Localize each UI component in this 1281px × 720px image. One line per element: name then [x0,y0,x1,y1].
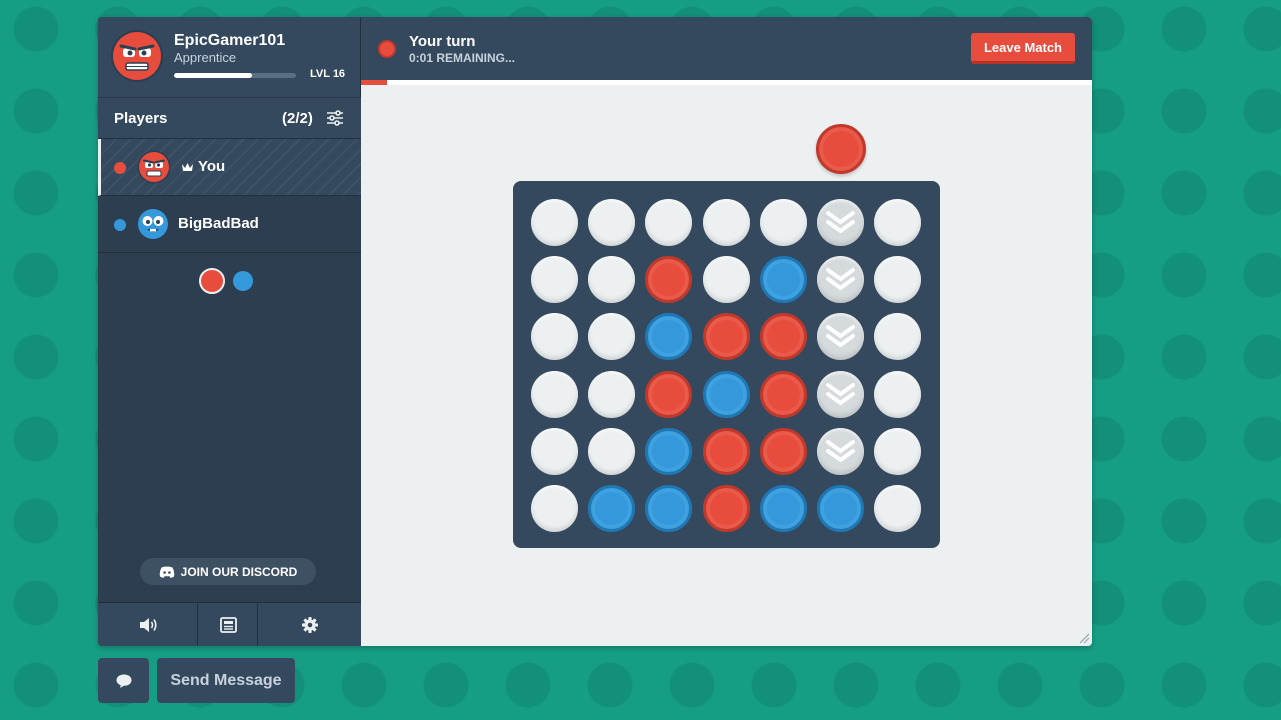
resize-handle-icon[interactable] [1078,632,1090,644]
empty-slot[interactable] [874,313,922,361]
chevron-down-icon [826,439,855,462]
red-piece[interactable] [759,370,807,418]
blue-piece[interactable] [759,485,807,532]
chevron-down-icon [826,268,855,291]
profile-panel: EpicGamer101 Apprentice LVL 16 [98,17,361,97]
level-label: LVL 16 [310,68,346,80]
players-count: (2/2) [282,110,313,127]
empty-slot[interactable] [874,485,922,532]
chevron-down-icon [826,211,855,233]
send-message-button[interactable]: Send Message [157,658,295,703]
player-name: You [198,158,226,175]
empty-slot[interactable] [531,313,578,361]
gear-icon [301,617,318,633]
turn-token-blue [233,271,253,291]
drop-target-slot[interactable] [817,256,864,304]
chat-bubble-icon [116,674,131,688]
red-piece[interactable] [759,427,807,475]
empty-slot[interactable] [759,199,807,246]
empty-slot[interactable] [874,370,922,418]
empty-slot[interactable] [588,199,636,246]
empty-slot[interactable] [531,370,578,418]
empty-slot[interactable] [588,370,636,418]
drop-piece-preview[interactable] [815,124,866,174]
join-discord-button[interactable]: JOIN OUR DISCORD [140,558,316,585]
red-grumpy-face-avatar-icon [137,150,171,184]
volume-icon [139,618,157,632]
volume-button[interactable] [98,603,198,646]
player-row-opponent[interactable]: BigBadBad [98,196,361,253]
blue-piece[interactable] [759,256,807,304]
drop-target-slot[interactable] [817,427,864,475]
empty-slot[interactable] [645,199,693,246]
empty-slot[interactable] [588,313,636,361]
players-header: Players (2/2) [98,97,361,139]
connect-four-board [513,181,940,548]
red-piece[interactable] [702,485,750,532]
empty-slot[interactable] [531,199,578,246]
turn-timer: 0:01 REMAINING... [409,51,516,65]
game-topbar: Your turn 0:01 REMAINING... Leave Match [361,17,1092,80]
empty-slot[interactable] [531,256,578,304]
empty-slot[interactable] [702,199,750,246]
xp-progress-bar [174,73,296,78]
red-piece[interactable] [645,256,693,304]
profile-rank: Apprentice [174,50,237,65]
empty-slot[interactable] [874,256,922,304]
drop-target-slot[interactable] [817,370,864,418]
empty-slot[interactable] [531,485,578,532]
newspaper-icon [219,617,237,633]
empty-slot[interactable] [874,199,922,246]
blue-goofy-face-avatar-icon [136,207,170,241]
chevron-down-icon [826,325,855,348]
turn-order-indicator [199,268,260,294]
player-color-dot [114,162,126,174]
current-turn-color-dot [378,40,396,58]
leave-match-button[interactable]: Leave Match [971,33,1075,64]
discord-icon [159,566,174,578]
players-title: Players [114,110,168,127]
blue-piece[interactable] [817,485,864,532]
sliders-settings-icon[interactable] [326,110,344,126]
crown-icon [182,163,193,171]
red-piece[interactable] [759,313,807,361]
empty-slot[interactable] [588,256,636,304]
turn-timer-bar [361,80,1092,85]
game-area: Your turn 0:01 REMAINING... Leave Match [361,17,1092,646]
red-piece[interactable] [702,313,750,361]
profile-username: EpicGamer101 [174,32,286,49]
turn-token-red [199,268,225,294]
turn-timer-fill [361,80,387,85]
blue-piece[interactable] [588,485,636,532]
player-name: BigBadBad [178,215,259,232]
join-discord-label: JOIN OUR DISCORD [180,564,298,579]
empty-slot[interactable] [531,427,578,475]
blue-piece[interactable] [702,370,750,418]
empty-slot[interactable] [588,427,636,475]
sidebar: EpicGamer101 Apprentice LVL 16 Players (… [98,17,361,646]
empty-slot[interactable] [702,256,750,304]
turn-title: Your turn [409,33,476,50]
red-piece[interactable] [702,427,750,475]
xp-progress-fill [174,73,253,78]
game-window: EpicGamer101 Apprentice LVL 16 Players (… [98,17,1092,646]
blue-piece[interactable] [645,313,693,361]
settings-button[interactable] [258,603,361,646]
player-row-you[interactable]: You [98,139,361,196]
blue-piece[interactable] [645,427,693,475]
sidebar-footer [98,602,361,646]
blue-piece[interactable] [645,485,693,532]
drop-target-slot[interactable] [817,199,864,246]
red-piece[interactable] [645,370,693,418]
drop-target-slot[interactable] [817,313,864,361]
red-grumpy-face-avatar-icon[interactable] [110,29,164,83]
chat-toggle-button[interactable] [98,658,149,703]
empty-slot[interactable] [874,427,922,475]
chevron-down-icon [826,382,855,405]
news-button[interactable] [198,603,258,646]
player-color-dot [114,219,126,231]
